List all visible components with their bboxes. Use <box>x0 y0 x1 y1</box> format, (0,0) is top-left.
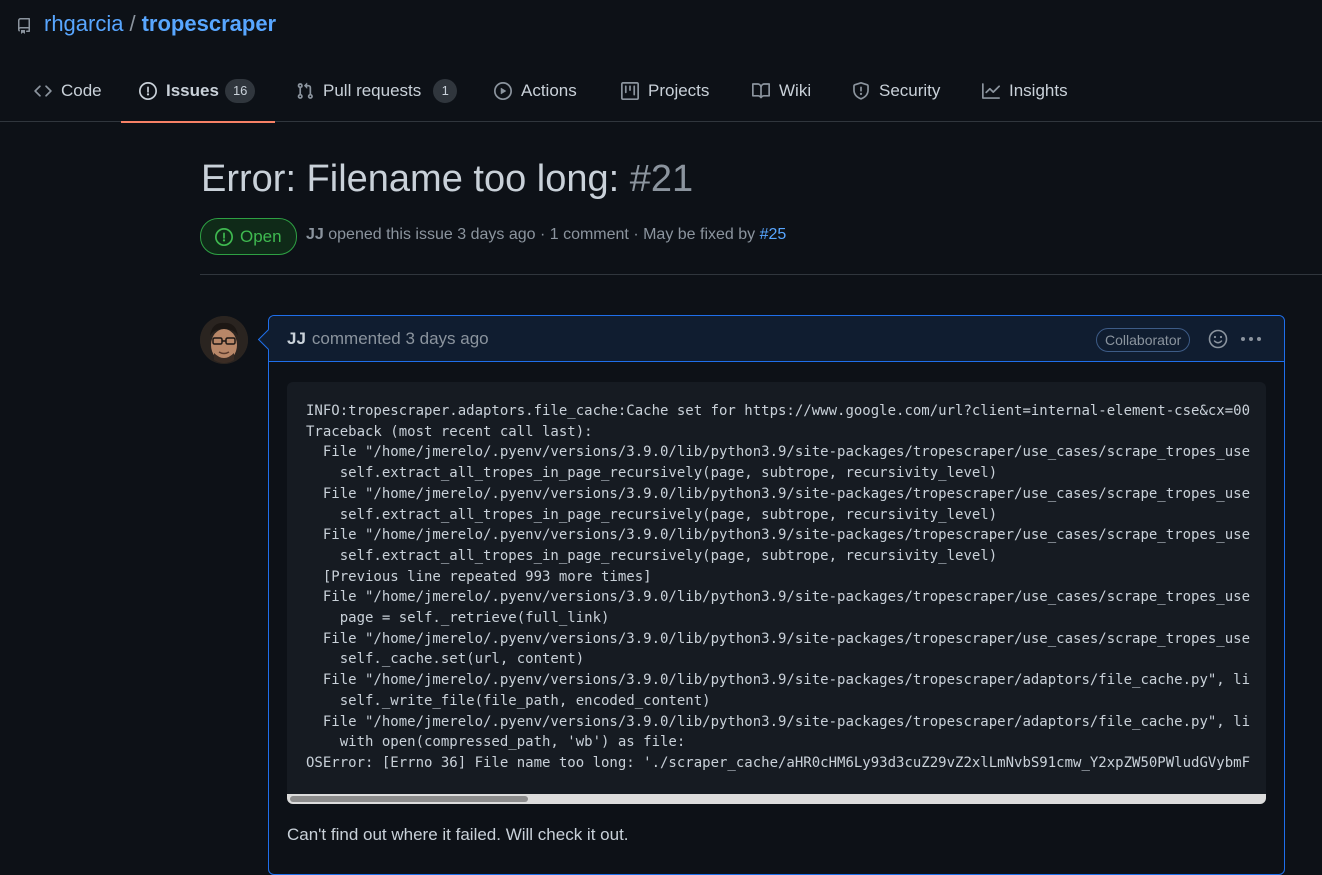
tab-projects[interactable]: Projects <box>621 60 709 122</box>
code-icon <box>34 85 52 97</box>
tab-insights-label: Insights <box>1009 81 1068 100</box>
linked-pr-link[interactable]: #25 <box>760 226 787 243</box>
repo-owner-link[interactable]: rhgarcia <box>44 11 123 37</box>
repo-header: rhgarcia / tropescraper <box>16 8 276 40</box>
comment-header: JJ commented 3 days ago Collaborator <box>269 316 1284 362</box>
shield-icon <box>853 82 869 100</box>
tab-security[interactable]: Security <box>852 60 940 122</box>
kebab-horizontal-icon[interactable] <box>1239 328 1263 350</box>
comment-body-text: Can't find out where it failed. Will che… <box>287 825 629 844</box>
issue-author-link[interactable]: JJ <box>306 226 324 243</box>
tab-wiki-label: Wiki <box>779 81 812 100</box>
issue-number: #21 <box>629 158 694 200</box>
comment-timestamp[interactable]: commented 3 days ago <box>312 329 489 349</box>
comment-box: JJ commented 3 days ago Collaborator INF… <box>268 315 1285 875</box>
book-icon <box>752 83 770 99</box>
tab-pull-requests-label: Pull requests <box>323 81 422 100</box>
issue-state-label: Open <box>240 226 282 246</box>
issue-opened-icon <box>215 227 233 246</box>
repo-name-link[interactable]: tropescraper <box>142 11 277 37</box>
code-block[interactable]: INFO:tropescraper.adaptors.file_cache:Ca… <box>287 382 1266 804</box>
tab-actions[interactable]: Actions <box>494 60 577 122</box>
tab-actions-label: Actions <box>521 81 577 100</box>
tab-pull-requests[interactable]: Pull requests 1 <box>296 60 458 122</box>
repo-icon <box>17 18 30 34</box>
tab-code[interactable]: Code <box>34 60 102 122</box>
tab-wiki[interactable]: Wiki <box>752 60 811 122</box>
issue-meta: JJ opened this issue 3 days ago · 1 comm… <box>306 226 786 244</box>
git-pull-request-icon <box>297 82 313 99</box>
tab-issues-label: Issues <box>166 81 219 100</box>
tab-security-label: Security <box>879 81 941 100</box>
table-icon <box>621 82 639 100</box>
issues-count-badge: 16 <box>224 79 256 103</box>
issue-state-badge: Open <box>200 218 297 255</box>
avatar[interactable] <box>200 316 248 364</box>
issue-title-text: Error: Filename too long: <box>201 158 620 200</box>
tab-projects-label: Projects <box>648 81 710 100</box>
tab-insights[interactable]: Insights <box>982 60 1068 122</box>
collaborator-badge: Collaborator <box>1096 328 1191 352</box>
issue-opened-icon <box>139 82 157 100</box>
horizontal-scrollbar[interactable] <box>287 794 1266 804</box>
repo-nav-tabs: Code Issues 16 Pull requests 1 Actions P… <box>0 60 1322 123</box>
comment-author-link[interactable]: JJ <box>287 329 306 349</box>
repo-separator: / <box>129 11 136 36</box>
play-icon <box>494 82 512 100</box>
issue-meta-text: opened this issue 3 days ago · 1 comment… <box>328 226 756 243</box>
issue-title: Error: Filename too long: #21 <box>201 158 693 201</box>
avatar-image <box>200 316 248 364</box>
header-divider <box>200 274 1322 275</box>
tab-code-label: Code <box>61 81 102 100</box>
scrollbar-thumb[interactable] <box>290 796 528 802</box>
pull-requests-count-badge: 1 <box>433 79 458 103</box>
code-block-text: INFO:tropescraper.adaptors.file_cache:Ca… <box>306 403 1251 771</box>
graph-icon <box>982 83 1000 99</box>
smiley-icon[interactable] <box>1207 328 1229 350</box>
tab-issues[interactable]: Issues 16 <box>120 60 276 123</box>
